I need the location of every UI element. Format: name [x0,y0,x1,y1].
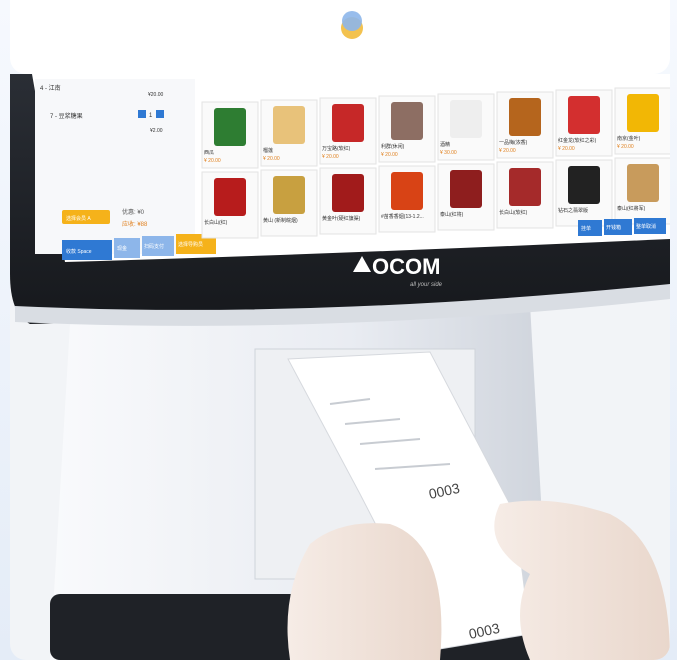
cash-label: 现金 [117,245,127,252]
receivable-label: 应收: ¥88 [122,220,148,228]
product-price: ¥ 30.00 [440,150,457,156]
product-name: 钻石之翡翠版 [558,207,588,214]
product-tile[interactable]: 泰山(红将) [437,163,495,231]
product-name: 万宝路(软红) [322,145,351,152]
product-price: ¥ 20.00 [617,144,634,150]
product-tile[interactable]: 一品梅(浓香) ¥ 20.00 [496,91,554,159]
product-image [627,94,659,132]
order-item-1: 4 - 江南 [40,84,61,92]
order-item-2: 7 - 豆浆糖果 [50,112,83,120]
brand-tagline: all your side [410,282,443,288]
product-photo-frame: 4 - 江南 ¥20.00 7 - 豆浆糖果 1 ¥2.00 优惠: ¥0 应收… [0,0,677,660]
select-member-label: 选择会员 A [66,215,91,222]
product-name: 红金龙(软红之彩) [558,137,597,144]
product-tile[interactable]: 长白山(软红) [496,161,554,229]
checkout-label: 收款 Space [66,248,92,255]
order-item-2-price: ¥2.00 [150,128,163,134]
product-image [391,102,423,140]
product-tile[interactable]: 利群(休闲) ¥ 20.00 [378,95,436,163]
product-tile[interactable]: 榴莲 ¥ 20.00 [260,99,318,167]
pos-display: 4 - 江南 ¥20.00 7 - 豆浆糖果 1 ¥2.00 优惠: ¥0 应收… [32,74,670,262]
product-tile[interactable]: 钻石之翡翠版 [555,159,613,227]
product-image [214,178,246,216]
scan-pay-label: 扫码支付 [144,243,164,250]
product-tile[interactable]: 万宝路(软红) ¥ 20.00 [319,97,377,165]
product-image [509,98,541,136]
product-name: 黄山 (新制皖烟) [263,217,298,224]
plus-button[interactable] [156,110,164,118]
product-image [273,176,305,214]
product-image [627,164,659,202]
product-tile[interactable]: 黄山 (新制皖烟) [260,169,318,237]
product-image [273,106,305,144]
product-tile[interactable]: 南京(金叶) ¥ 20.00 [614,87,670,155]
product-image [214,108,246,146]
product-name: 长白山(软红) [499,209,528,216]
product-name: 泰山(红將军) [617,205,646,212]
product-tile[interactable]: 红金龙(软红之彩) ¥ 20.00 [555,89,613,157]
product-image [509,168,541,206]
product-name: 利群(休闲) [381,143,405,150]
product-image [332,174,364,212]
order-item-1-price: ¥20.00 [148,92,164,98]
product-name: 榴莲 [263,147,273,154]
product-price: ¥ 20.00 [499,148,516,154]
guide-label: 选择导购员 [178,241,203,248]
product-tile[interactable]: 黄金叶(硬红旗渠) [319,167,377,235]
product-price: ¥ 20.00 [322,154,339,160]
header-card [10,0,670,74]
product-tile[interactable]: #苗香香烟(13-1.2... [378,165,436,233]
product-name: 酒精 [440,141,450,148]
brand-dot-icon [341,11,363,39]
product-name: 西瓜 [204,150,214,156]
product-price: ¥ 20.00 [263,156,280,162]
product-name: 南京(金叶) [617,135,641,142]
product-image [391,172,423,210]
pos-terminal-photo: 4 - 江南 ¥20.00 7 - 豆浆糖果 1 ¥2.00 优惠: ¥0 应收… [10,74,670,660]
product-tile[interactable]: 泰山(红將军) [614,157,670,225]
product-image [450,170,482,208]
product-name: 泰山(红将) [440,211,464,218]
discount-label: 优惠: ¥0 [122,208,145,216]
left-hand [287,523,442,660]
product-name: 一品梅(浓香) [499,139,528,146]
pos-terminal-illustration: 4 - 江南 ¥20.00 7 - 豆浆糖果 1 ¥2.00 优惠: ¥0 应收… [10,74,670,660]
product-image [450,100,482,138]
product-price: ¥ 20.00 [558,146,575,152]
product-price: ¥ 20.00 [204,158,221,164]
product-name: 长白山(红) [204,219,228,226]
hold-label: 挂单 [581,225,591,232]
open-drawer-label: 开钱箱 [606,224,621,231]
product-name: 黄金叶(硬红旗渠) [322,215,361,222]
product-price: ¥ 20.00 [381,152,398,158]
product-tile[interactable]: 酒精 ¥ 30.00 [437,93,495,161]
cancel-order-label: 整单取消 [636,223,656,230]
product-image [568,96,600,134]
minus-button[interactable] [138,110,146,118]
product-image [568,166,600,204]
brand-name: OCOM [372,254,440,279]
product-tile[interactable]: 长白山(红) [201,171,259,239]
product-name: #苗香香烟(13-1.2... [381,213,424,220]
product-image [332,104,364,142]
product-tile[interactable]: 西瓜 ¥ 20.00 [201,101,259,169]
